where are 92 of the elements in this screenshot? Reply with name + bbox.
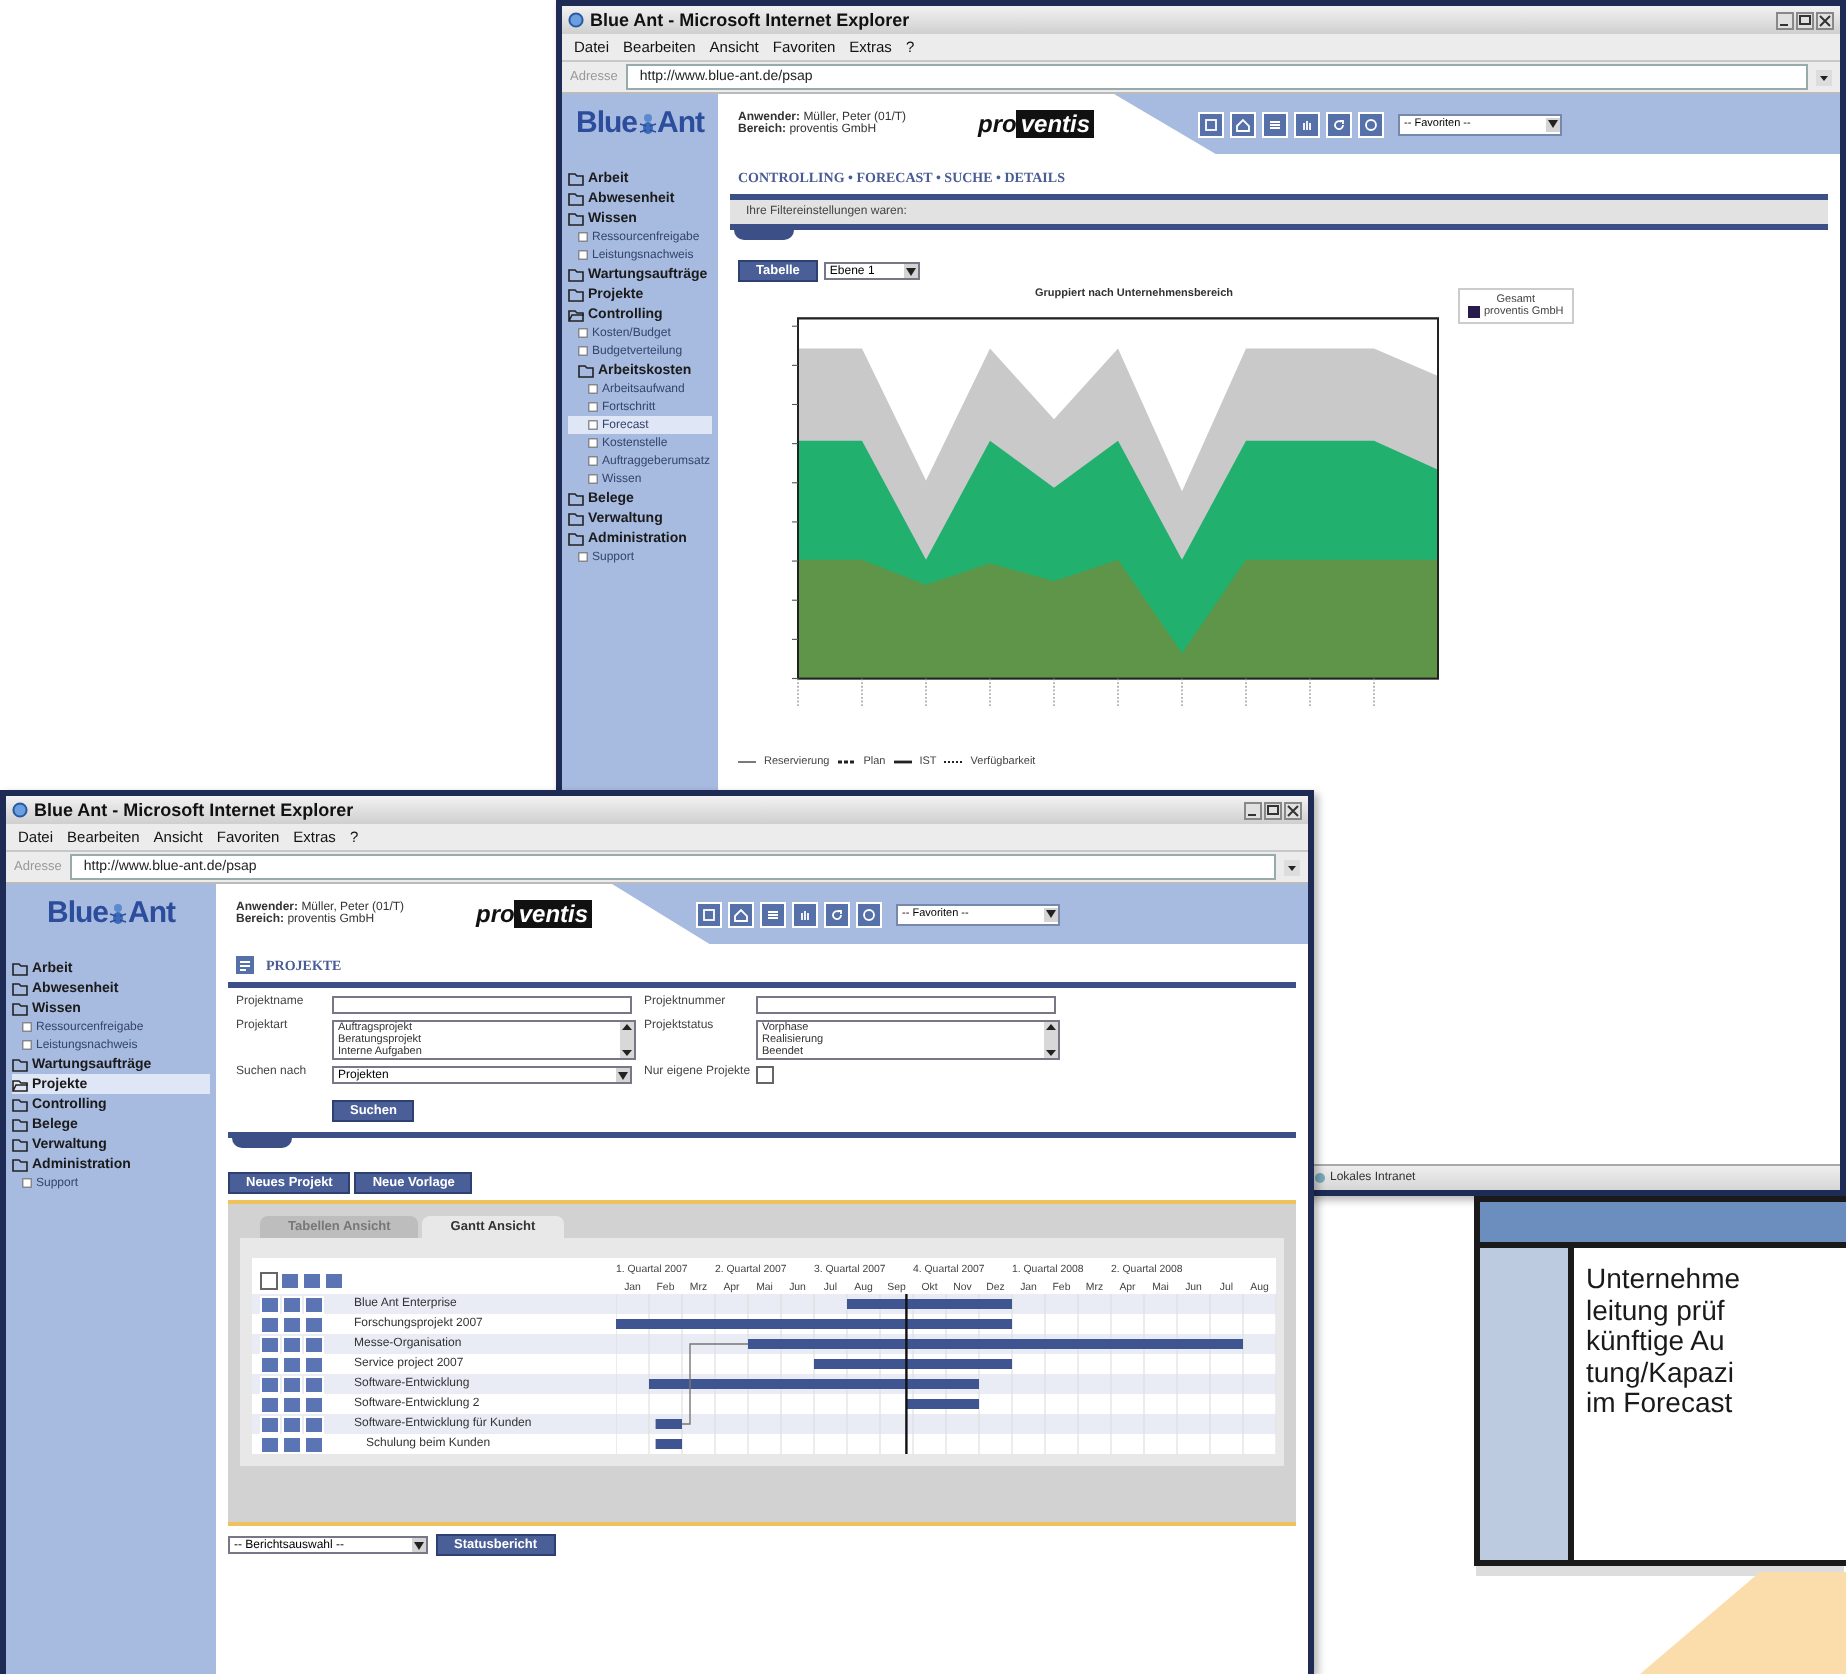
scroll-up-icon[interactable] — [620, 1022, 634, 1032]
tile-icon[interactable] — [282, 1295, 302, 1313]
logo-text: Ant — [128, 896, 175, 930]
tile-icon[interactable] — [260, 1375, 280, 1393]
help-icon[interactable] — [1358, 111, 1385, 137]
tile-icon[interactable] — [282, 1415, 302, 1433]
home-icon[interactable] — [728, 901, 755, 927]
callout-text: künftige Au — [1586, 1326, 1727, 1357]
tile-icon[interactable] — [260, 1355, 280, 1373]
list-icon[interactable] — [760, 901, 787, 927]
refresh-icon[interactable] — [824, 901, 851, 927]
help-icon[interactable] — [856, 901, 883, 927]
brand-logo: pro — [978, 110, 1017, 138]
close-icon[interactable] — [1816, 11, 1834, 29]
dropdown-icon[interactable] — [1284, 859, 1300, 875]
tile-icon[interactable] — [304, 1335, 324, 1353]
checkbox[interactable] — [756, 1066, 774, 1084]
scroll-up-icon[interactable] — [1044, 1022, 1058, 1032]
gantt-bar — [906, 1399, 979, 1409]
gantt-bar — [655, 1439, 682, 1449]
tile-icon[interactable] — [304, 1415, 324, 1433]
dropdown-arrow-icon[interactable] — [414, 1541, 424, 1549]
tile-icon[interactable] — [260, 1295, 280, 1313]
tile-icon[interactable] — [260, 1315, 280, 1333]
tile-icon[interactable] — [260, 1435, 280, 1453]
tile-icon[interactable] — [304, 1435, 324, 1453]
browser-icon — [12, 802, 28, 818]
minimize-icon[interactable] — [1776, 11, 1794, 29]
dropdown-arrow-icon[interactable] — [1046, 910, 1057, 918]
legend-line-icon — [837, 758, 856, 766]
tile-icon[interactable] — [304, 1355, 324, 1373]
collapse-tab[interactable] — [734, 230, 794, 240]
close-icon[interactable] — [1284, 801, 1302, 819]
list-icon[interactable] — [1262, 111, 1289, 137]
text-field[interactable] — [756, 996, 1056, 1014]
window-title: Blue Ant - Microsoft Internet Explorer — [590, 10, 912, 30]
scroll-down-icon[interactable] — [620, 1048, 634, 1058]
refresh-icon[interactable] — [1326, 111, 1353, 137]
tile-icon[interactable] — [282, 1315, 302, 1333]
tile-icon[interactable] — [324, 1272, 344, 1290]
logo-text: Blue — [46, 896, 108, 930]
logo-text: Ant — [657, 106, 704, 140]
tile-icon[interactable] — [282, 1355, 302, 1373]
brand-logo: pro — [476, 900, 515, 928]
dropdown-arrow-icon[interactable] — [618, 1071, 628, 1079]
home-icon[interactable] — [1230, 111, 1257, 137]
browser-icon — [568, 12, 584, 28]
callout-text: leitung prüf — [1586, 1295, 1727, 1326]
collapse-tab[interactable] — [232, 1138, 292, 1148]
page-icon — [22, 1178, 32, 1188]
tile-icon[interactable] — [282, 1435, 302, 1453]
callout-text: im Forecast — [1586, 1388, 1735, 1419]
tile-icon[interactable] — [304, 1295, 324, 1313]
tile-icon[interactable] — [282, 1395, 302, 1413]
tile-icon[interactable] — [260, 1415, 280, 1433]
tile-icon[interactable] — [282, 1375, 302, 1393]
dropdown-arrow-icon[interactable] — [905, 267, 916, 275]
legend-swatch — [1468, 306, 1480, 318]
window-title: Blue Ant - Microsoft Internet Explorer — [34, 800, 356, 820]
legend-line-icon — [893, 758, 912, 766]
tile-icon[interactable] — [304, 1395, 324, 1413]
tile-icon[interactable] — [260, 1335, 280, 1353]
tile-icon[interactable] — [304, 1375, 324, 1393]
checkbox[interactable] — [260, 1272, 278, 1290]
dropdown-arrow-icon[interactable] — [1548, 120, 1559, 128]
tile-icon[interactable] — [260, 1395, 280, 1413]
logo-text: Blue — [575, 106, 637, 140]
page-icon[interactable] — [1198, 111, 1225, 137]
page-icon — [578, 552, 588, 562]
callout-text: tung/Kapazi — [1586, 1357, 1736, 1388]
ant-icon — [637, 111, 657, 135]
text-field[interactable] — [332, 996, 632, 1014]
tile-icon[interactable] — [302, 1272, 322, 1290]
gantt-bar — [655, 1419, 682, 1429]
maximize-icon[interactable] — [1796, 11, 1814, 29]
legend-line-icon — [944, 758, 963, 766]
brand-logo: ventis — [1016, 110, 1095, 138]
tile-icon[interactable] — [282, 1335, 302, 1353]
connector-line — [681, 1343, 749, 1425]
tile-icon[interactable] — [280, 1272, 300, 1290]
legend-line-icon — [738, 758, 756, 766]
ant-icon — [108, 901, 128, 925]
scroll-down-icon[interactable] — [1044, 1048, 1058, 1058]
maximize-icon[interactable] — [1264, 801, 1282, 819]
brand-logo: ventis — [514, 900, 593, 928]
callout-text: Unternehme — [1586, 1264, 1741, 1295]
globe-icon — [1314, 1172, 1326, 1184]
page-icon[interactable] — [696, 901, 723, 927]
projects-icon — [236, 956, 254, 974]
tile-icon[interactable] — [304, 1315, 324, 1333]
dropdown-icon[interactable] — [1816, 69, 1832, 85]
minimize-icon[interactable] — [1244, 801, 1262, 819]
